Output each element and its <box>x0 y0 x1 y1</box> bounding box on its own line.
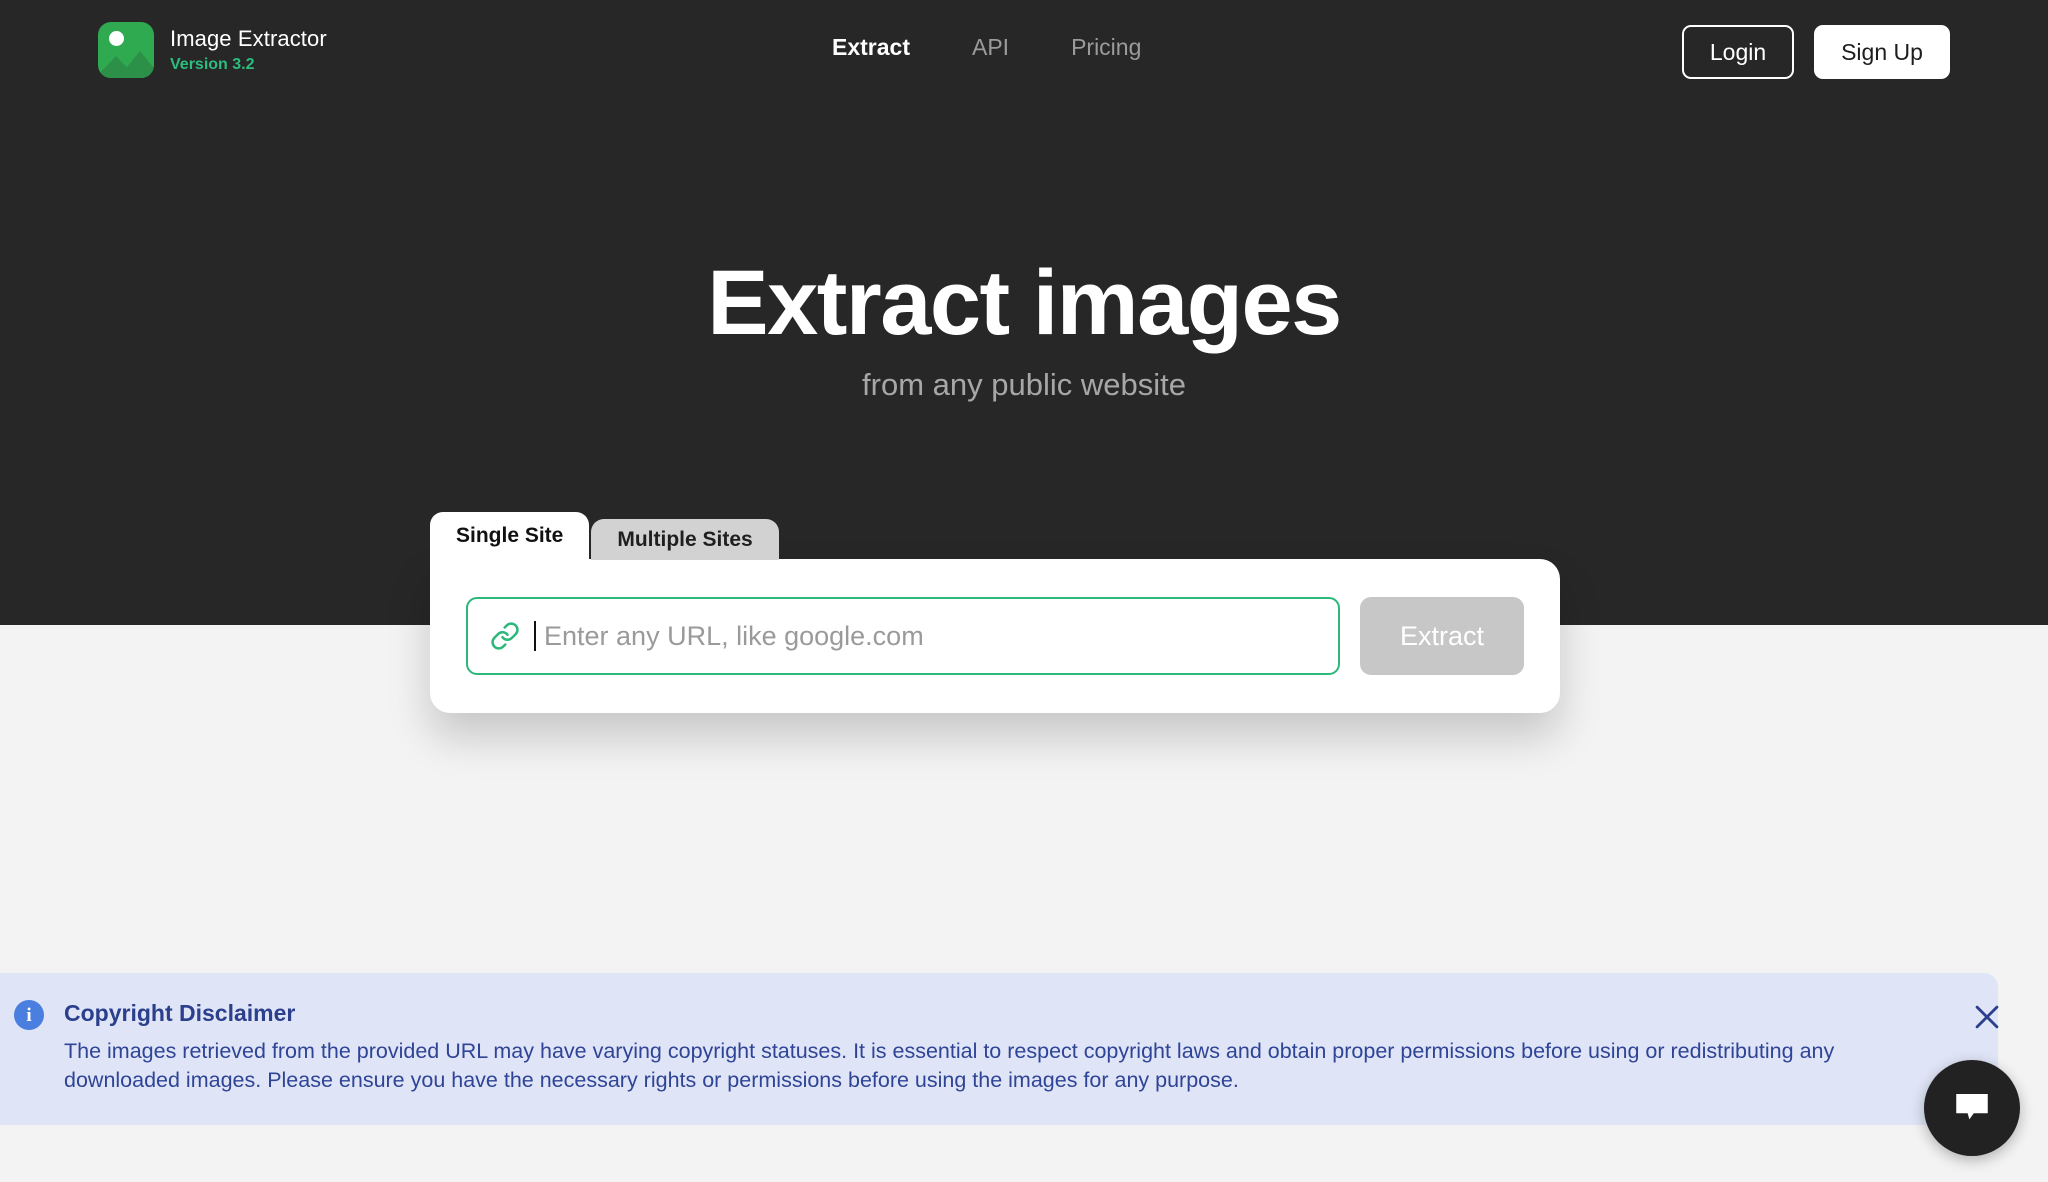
extractor-tabs: Single Site Multiple Sites <box>430 512 1560 560</box>
logo-mountain-front-shape <box>98 56 137 78</box>
url-input-placeholder: Enter any URL, like google.com <box>544 621 924 651</box>
close-banner-button[interactable] <box>1970 1000 2004 1034</box>
nav-link-extract[interactable]: Extract <box>832 33 910 61</box>
brand-logo-group[interactable]: Image Extractor Version 3.2 <box>98 22 327 78</box>
extractor-card: Enter any URL, like google.com Extract <box>430 559 1560 713</box>
page-subtitle: from any public website <box>862 367 1186 402</box>
url-input[interactable]: Enter any URL, like google.com <box>466 597 1340 675</box>
brand-text-group: Image Extractor Version 3.2 <box>170 26 327 74</box>
tab-multiple-sites[interactable]: Multiple Sites <box>591 519 779 560</box>
site-header: Image Extractor Version 3.2 Extract API … <box>0 0 2048 102</box>
extract-button[interactable]: Extract <box>1360 597 1524 675</box>
info-icon: i <box>14 1000 44 1030</box>
disclaimer-body: Copyright Disclaimer The images retrieve… <box>64 999 1924 1095</box>
close-icon <box>1975 1005 1999 1029</box>
main-nav: Extract API Pricing <box>832 33 1141 61</box>
chat-widget-button[interactable] <box>1924 1060 2020 1156</box>
disclaimer-text: The images retrieved from the provided U… <box>64 1039 1835 1092</box>
image-mountain-icon <box>98 22 154 78</box>
nav-link-api[interactable]: API <box>972 33 1009 61</box>
login-button[interactable]: Login <box>1682 25 1794 79</box>
text-cursor <box>534 621 536 651</box>
signup-button[interactable]: Sign Up <box>1814 25 1950 79</box>
logo-sun-shape <box>109 31 124 46</box>
extractor-panel: Single Site Multiple Sites Enter any URL… <box>430 512 1560 713</box>
chat-bubble-icon <box>1956 1094 1988 1120</box>
hero-copy: Extract images from any public website <box>0 250 2048 404</box>
auth-button-group: Login Sign Up <box>1682 25 1950 79</box>
tab-single-site[interactable]: Single Site <box>430 512 590 560</box>
copyright-disclaimer-banner: Copyright Disclaimer The images retrieve… <box>0 973 1998 1125</box>
brand-version: Version 3.2 <box>170 56 255 73</box>
link-icon <box>491 622 519 650</box>
brand-title: Image Extractor <box>170 26 327 51</box>
page-title: Extract images <box>707 252 1342 354</box>
nav-link-pricing[interactable]: Pricing <box>1071 33 1141 61</box>
disclaimer-title: Copyright Disclaimer <box>64 1000 296 1026</box>
